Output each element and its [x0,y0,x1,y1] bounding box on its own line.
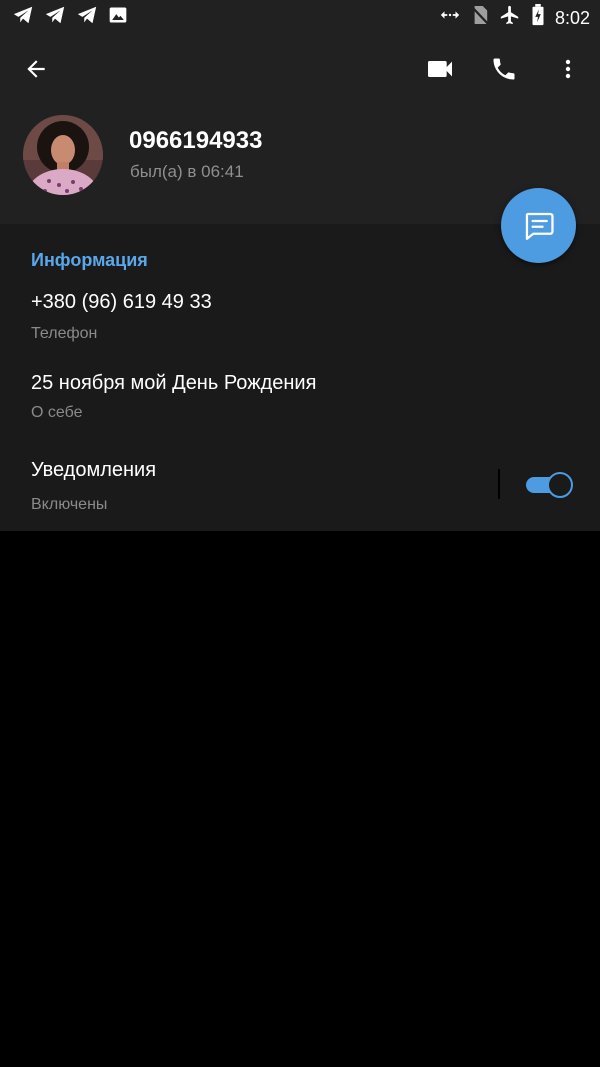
bio-label: О себе [31,404,83,421]
info-section-title: Информация [31,250,148,270]
toggle-divider [498,469,500,499]
more-vert-icon [565,59,571,79]
notifications-toggle[interactable] [526,472,573,498]
battery-charging-icon [531,4,545,31]
send-message-button[interactable] [501,188,576,263]
no-sim-icon [471,4,489,31]
status-time: 8:02 [554,7,590,28]
avatar-photo [23,115,103,195]
avatar[interactable] [23,115,103,195]
status-bar: 8:02 [0,0,600,34]
toggle-knob [547,472,573,498]
telegram-icon [12,4,34,31]
data-sync-icon [439,4,461,31]
profile-header: 0966194933 был(а) в 06:41 [0,34,600,224]
phone-icon [493,58,515,80]
telegram-icon [76,4,98,31]
profile-name: 0966194933 [129,127,263,154]
airplane-icon [499,4,521,31]
video-camera-icon [428,61,452,77]
image-icon [108,5,128,30]
last-seen-status: был(а) в 06:41 [130,162,244,181]
telegram-icon [44,4,66,31]
phone-label: Телефон [31,325,98,342]
video-call-button[interactable] [418,47,462,91]
notifications-setting[interactable]: Уведомления [31,459,156,482]
phone-number[interactable]: +380 (96) 619 49 33 [31,291,212,314]
notifications-status: Включены [31,496,108,513]
status-left-icons [12,4,128,31]
more-options-button[interactable] [546,47,590,91]
back-arrow-icon [27,60,45,78]
back-button[interactable] [14,47,58,91]
voice-call-button[interactable] [482,47,526,91]
status-right-icons: 8:02 [439,4,590,31]
bio-text[interactable]: 25 ноября мой День Рождения [31,372,316,395]
info-section: Информация +380 (96) 619 49 33 Телефон 2… [0,224,600,531]
message-icon [525,212,554,240]
